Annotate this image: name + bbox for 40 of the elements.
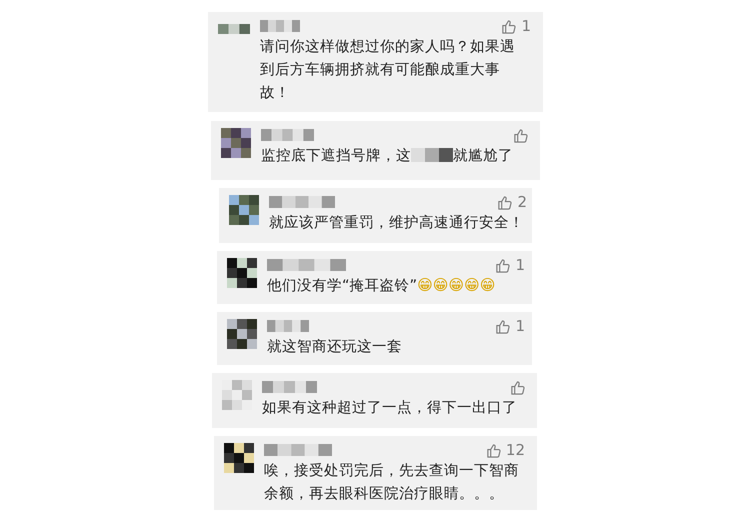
emoji: 😁 [464, 276, 480, 294]
thumbs-up-icon [501, 18, 516, 34]
like-button[interactable] [513, 128, 528, 142]
like-button[interactable]: 12 [486, 441, 525, 459]
pixelated-avatar [222, 380, 252, 410]
emoji: 😁 [432, 276, 448, 294]
thumbs-up-icon [513, 128, 528, 142]
pixelated-name [262, 380, 317, 392]
like-button[interactable]: 2 [497, 193, 527, 211]
comment-text: 监控底下遮挡号牌，这 就尴尬了 [261, 146, 514, 166]
like-button[interactable]: 1 [495, 317, 525, 335]
comment-text: 他们没有学“掩耳盗铃”😁😁😁😁😁 [267, 275, 496, 296]
comment-text: 请问你这样做想过你的家人吗？如果遇到后方车辆拥挤就有可能酿成重大事故！ [260, 37, 516, 103]
like-button[interactable]: 1 [495, 256, 525, 274]
thumbs-up-icon [486, 442, 501, 458]
thumbs-up-icon [510, 380, 525, 394]
pixelated-avatar [229, 195, 259, 225]
emoji: 😁 [480, 276, 496, 294]
pixelated-name [261, 128, 314, 140]
pixelated-avatar [227, 319, 257, 349]
pixelated-avatar [221, 128, 251, 158]
thumbs-up-icon [495, 318, 510, 334]
pixelated-avatar [227, 258, 257, 288]
comment-text: 就这智商还玩这一套 [267, 337, 403, 357]
comment-text: 如果有这种超过了一点，得下一出口了 [262, 398, 518, 418]
pixelated-censor [411, 148, 453, 162]
pixelated-name [260, 20, 300, 32]
pixelated-name [267, 320, 309, 332]
pixelated-name [269, 196, 335, 208]
pixelated-name [264, 444, 332, 456]
like-button[interactable]: 1 [501, 17, 531, 35]
comment-text: 唉，接受处罚完后，先去查询一下智商余额，再去眼科医院治疗眼睛。。。 [264, 461, 520, 504]
like-button[interactable] [510, 380, 525, 394]
comment-text: 就应该严管重罚，维护高速通行安全！ [269, 213, 525, 233]
pixelated-avatar [224, 443, 254, 473]
emoji: 😁 [417, 276, 433, 294]
emoji: 😁 [448, 276, 464, 294]
thumbs-up-icon [497, 194, 512, 210]
pixelated-avatar [218, 24, 250, 34]
thumbs-up-icon [495, 258, 510, 272]
